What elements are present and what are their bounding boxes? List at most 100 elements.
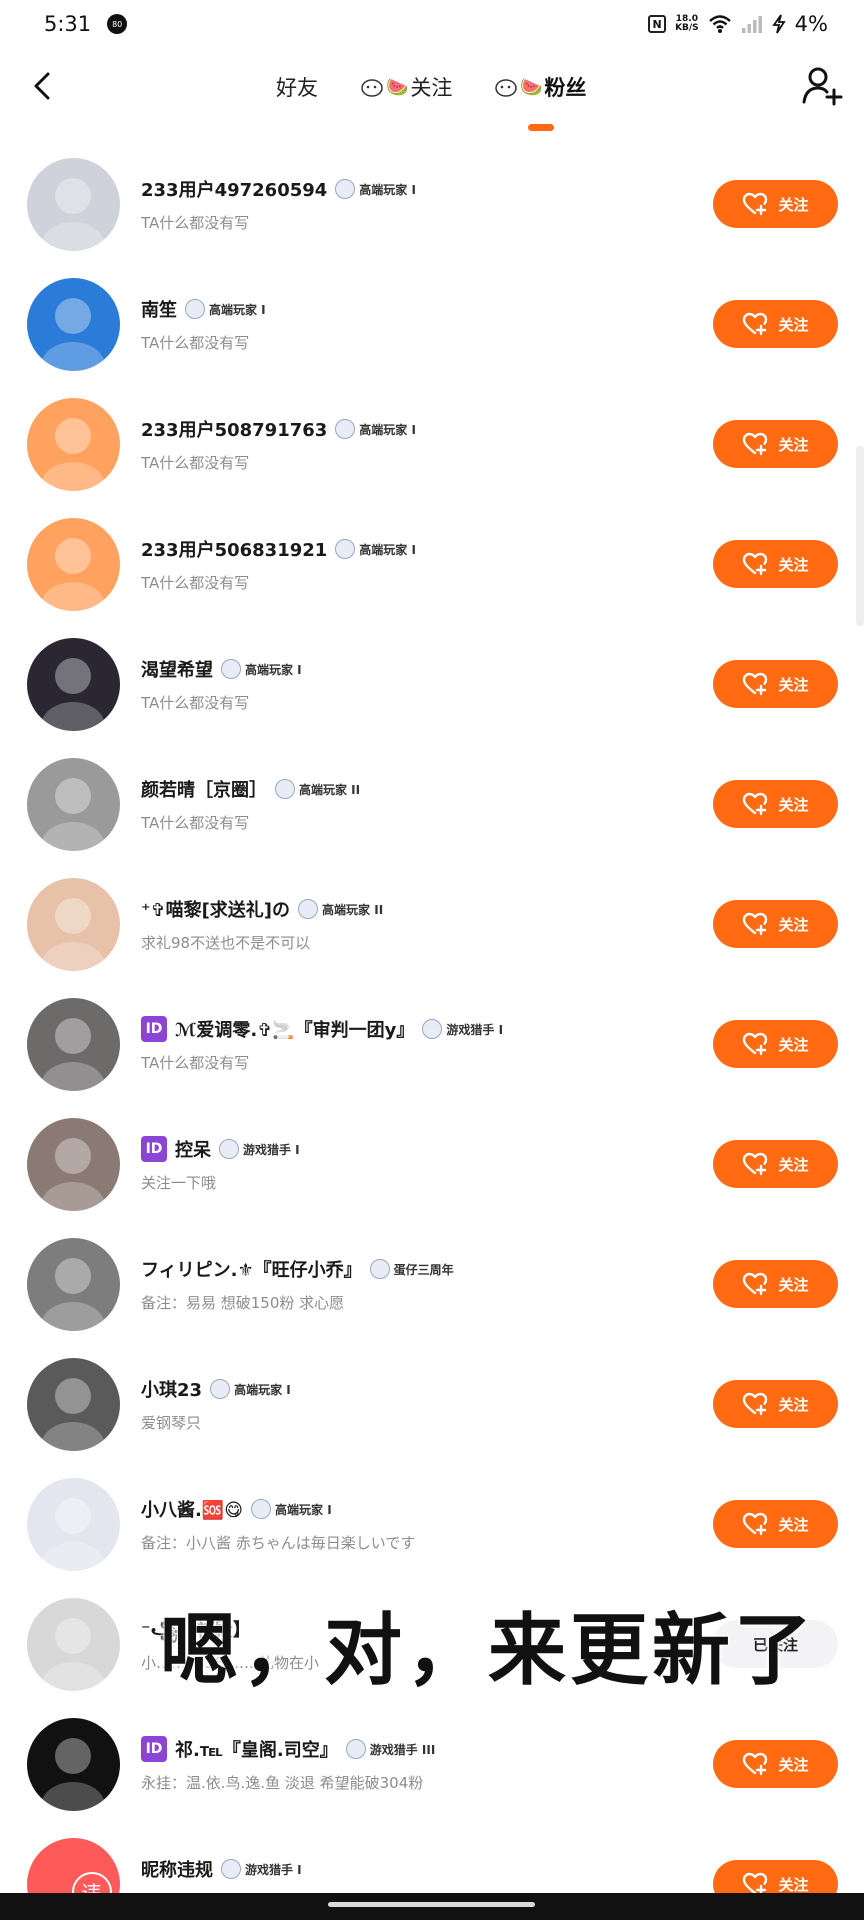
follow-button[interactable]: 关注 xyxy=(713,1500,838,1548)
add-user-icon xyxy=(802,67,843,106)
user-name[interactable]: ⁺✞喵黎[求送礼]の xyxy=(141,896,290,922)
follow-button[interactable]: 关注 xyxy=(713,1740,838,1788)
level-text: 高端玩家 I xyxy=(245,662,302,677)
tab-fans[interactable]: 🍉 粉丝 xyxy=(494,72,586,102)
follow-label: 关注 xyxy=(778,1875,809,1894)
level-icon xyxy=(219,1139,239,1159)
follow-button[interactable]: 关注 xyxy=(713,1380,838,1428)
follow-button[interactable]: 关注 xyxy=(713,180,838,228)
follow-label: 关注 xyxy=(778,1155,809,1174)
user-name[interactable]: 233用户497260594 xyxy=(141,176,327,202)
user-name[interactable]: 233用户508791763 xyxy=(141,416,327,442)
follow-button[interactable]: 关注 xyxy=(713,1140,838,1188)
tab-bar: 好友 🍉 关注 🍉 粉丝 xyxy=(0,72,864,116)
avatar-image xyxy=(41,1378,105,1451)
fan-row[interactable]: 渴望希望 高端玩家 I TA什么都没有写 关注 xyxy=(0,624,864,744)
fan-row[interactable]: ⁺✞喵黎[求送礼]の 高端玩家 II 求礼98不送也不是不可以 关注 xyxy=(0,864,864,984)
tab-label: 好友 xyxy=(276,76,318,100)
user-name[interactable]: 控呆 xyxy=(175,1136,211,1162)
active-tab-indicator xyxy=(528,124,554,131)
avatar[interactable] xyxy=(27,1358,120,1451)
follow-button[interactable]: 关注 xyxy=(713,420,838,468)
level-icon xyxy=(275,779,295,799)
follow-label: 关注 xyxy=(778,555,809,574)
avatar[interactable] xyxy=(27,1118,120,1211)
heart-plus-icon xyxy=(743,1152,768,1176)
follow-button[interactable]: 关注 xyxy=(713,1020,838,1068)
level-text: 高端玩家 II xyxy=(299,782,361,797)
fan-row[interactable]: ID ℳ爱调零.✞🚬『审判一团y』 游戏猎手 I TA什么都没有写 关注 xyxy=(0,984,864,1104)
follow-button[interactable]: 关注 xyxy=(713,300,838,348)
avatar-image xyxy=(41,1738,105,1811)
name-line: 小琪23 高端玩家 I xyxy=(141,1376,291,1402)
scrollbar[interactable] xyxy=(856,446,864,626)
level-badge: 高端玩家 I xyxy=(335,419,416,439)
fan-row[interactable]: 小琪23 高端玩家 I 爱钢琴只 关注 xyxy=(0,1344,864,1464)
avatar[interactable] xyxy=(27,878,120,971)
user-bio: 备注：易易 想破150粉 求心愿 xyxy=(141,1294,345,1312)
home-gesture-bar[interactable] xyxy=(328,1902,535,1907)
user-name[interactable]: 小八酱.🆘😋 xyxy=(141,1496,243,1522)
follow-button[interactable]: 关注 xyxy=(713,540,838,588)
avatar[interactable] xyxy=(27,758,120,851)
name-line: 渴望希望 高端玩家 I xyxy=(141,656,302,682)
avatar[interactable] xyxy=(27,1238,120,1331)
level-badge: 游戏猎手 I xyxy=(422,1019,503,1039)
user-name[interactable]: 233用户506831921 xyxy=(141,536,327,562)
name-line: フィリピン.⚜『旺仔小乔』 蛋仔三周年 xyxy=(141,1256,454,1282)
avatar-image xyxy=(41,538,105,611)
user-bio: 关注一下哦 xyxy=(141,1174,217,1192)
follow-button[interactable]: 关注 xyxy=(713,660,838,708)
fan-row[interactable]: ID 祁.℡『皇阁.司空』 游戏猎手 III 永挂：温.依.鸟.逸.鱼 淡退 希望能破… xyxy=(0,1704,864,1824)
avatar[interactable] xyxy=(27,158,120,251)
user-name[interactable]: 昵称违规 xyxy=(141,1856,213,1882)
fan-row[interactable]: 233用户508791763 高端玩家 I TA什么都没有写 关注 xyxy=(0,384,864,504)
fan-row[interactable]: 233用户497260594 高端玩家 I TA什么都没有写 关注 xyxy=(0,144,864,264)
user-bio: 爱钢琴只 xyxy=(141,1414,202,1432)
user-name[interactable]: 小琪23 xyxy=(141,1376,202,1402)
avatar[interactable] xyxy=(27,278,120,371)
avatar[interactable] xyxy=(27,1478,120,1571)
fan-row[interactable]: 小八酱.🆘😋 高端玩家 I 备注：小八酱 赤ちゃんは毎日楽しいです 关注 xyxy=(0,1464,864,1584)
user-name[interactable]: 颜若晴［京圈］ xyxy=(141,776,267,802)
tab-label: 关注 xyxy=(410,76,453,100)
fan-row[interactable]: 南笙 高端玩家 I TA什么都没有写 关注 xyxy=(0,264,864,384)
heart-plus-icon xyxy=(743,1752,768,1776)
avatar[interactable] xyxy=(27,638,120,731)
avatar-image xyxy=(41,1018,105,1091)
level-text: 游戏猎手 III xyxy=(369,1742,436,1757)
level-icon xyxy=(185,299,205,319)
avatar[interactable] xyxy=(27,398,120,491)
user-name[interactable]: 祁.℡『皇阁.司空』 xyxy=(175,1736,338,1762)
level-icon xyxy=(335,539,356,559)
follow-button[interactable]: 关注 xyxy=(713,780,838,828)
user-name[interactable]: ℳ爱调零.✞🚬『审判一团y』 xyxy=(175,1016,414,1042)
name-line: 233用户508791763 高端玩家 I xyxy=(141,416,416,442)
avatar[interactable] xyxy=(27,518,120,611)
user-name[interactable]: 渴望希望 xyxy=(141,656,213,682)
user-bio: TA什么都没有写 xyxy=(141,574,250,592)
follow-label: 关注 xyxy=(778,675,809,694)
fan-row[interactable]: ID 控呆 游戏猎手 I 关注一下哦 关注 xyxy=(0,1104,864,1224)
avatar[interactable] xyxy=(27,1598,120,1691)
level-text: 蛋仔三周年 xyxy=(393,1262,454,1277)
fan-row[interactable]: 颜若晴［京圈］ 高端玩家 II TA什么都没有写 关注 xyxy=(0,744,864,864)
follow-label: 关注 xyxy=(778,195,809,214)
level-badge: 高端玩家 II xyxy=(275,779,360,799)
tab-friends[interactable]: 好友 xyxy=(276,72,318,102)
tab-following[interactable]: 🍉 关注 xyxy=(360,72,452,102)
follow-label: 关注 xyxy=(778,1515,809,1534)
wifi-icon xyxy=(708,15,731,33)
follow-button[interactable]: 关注 xyxy=(713,1260,838,1308)
follow-button[interactable]: 关注 xyxy=(713,900,838,948)
level-text: 高端玩家 II xyxy=(322,902,384,917)
fan-row[interactable]: 233用户506831921 高端玩家 I TA什么都没有写 关注 xyxy=(0,504,864,624)
user-name[interactable]: フィリピン.⚜『旺仔小乔』 xyxy=(141,1256,362,1282)
add-friend-button[interactable] xyxy=(800,64,844,108)
avatar[interactable] xyxy=(27,1718,120,1811)
avatar-image xyxy=(41,298,105,371)
watermelon-icon: 🍉 xyxy=(386,76,409,98)
fan-row[interactable]: フィリピン.⚜『旺仔小乔』 蛋仔三周年备注：易易 想破150粉 求心愿 关注 xyxy=(0,1224,864,1344)
avatar[interactable] xyxy=(27,998,120,1091)
user-name[interactable]: 南笙 xyxy=(141,296,177,322)
